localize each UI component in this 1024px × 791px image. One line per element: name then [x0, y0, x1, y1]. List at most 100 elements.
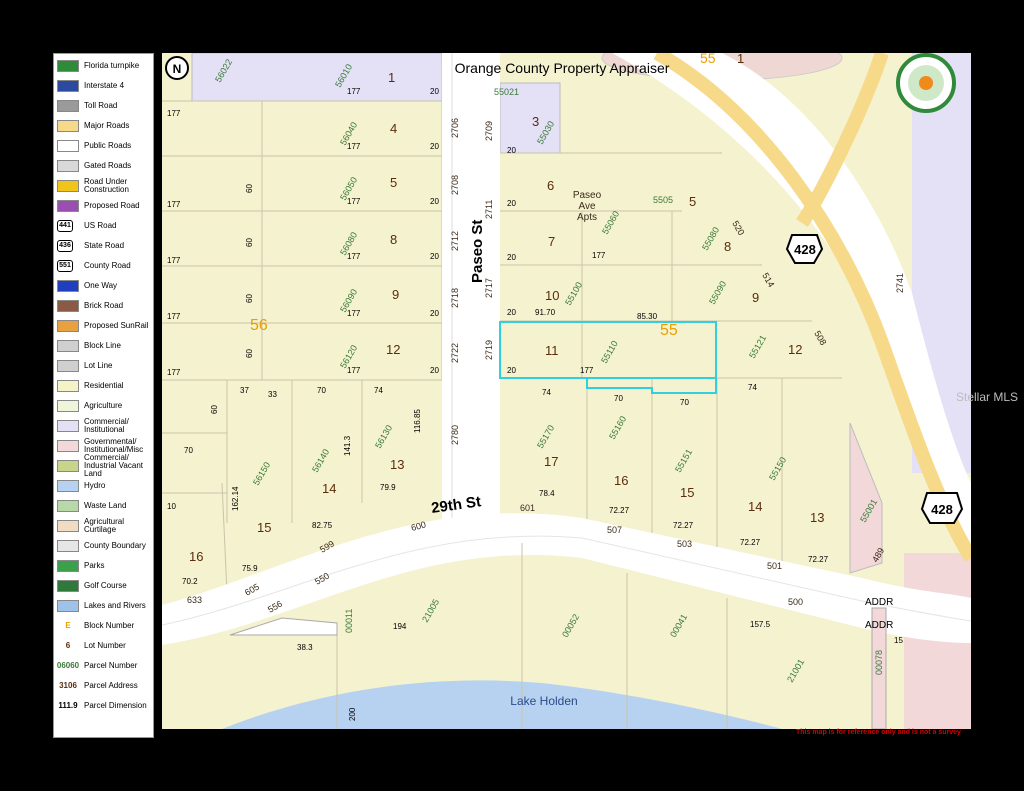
svg-text:116.85: 116.85 [413, 409, 422, 433]
paseo-st-label: Paseo St [469, 220, 486, 283]
svg-text:9: 9 [392, 287, 399, 302]
svg-text:00011: 00011 [344, 609, 354, 633]
svg-text:70: 70 [680, 398, 689, 407]
watermark: Stellar MLS [956, 390, 1019, 404]
legend-item: 6 Lot Number [57, 637, 153, 654]
block-number-56: 56 [250, 317, 268, 334]
legend-label: Road Under Construction [84, 176, 129, 194]
svg-text:72.27: 72.27 [740, 538, 761, 547]
legend-item: Public Roads [57, 137, 153, 154]
svg-text:11: 11 [545, 343, 559, 358]
svg-text:72.27: 72.27 [808, 555, 829, 564]
svg-text:141.3: 141.3 [343, 435, 352, 456]
svg-text:20: 20 [507, 146, 516, 155]
svg-text:162.14: 162.14 [231, 486, 240, 511]
legend-item: Brick Road [57, 297, 153, 314]
svg-text:82.75: 82.75 [312, 521, 333, 530]
svg-text:13: 13 [810, 510, 824, 525]
svg-text:55021: 55021 [494, 87, 519, 97]
svg-text:428: 428 [794, 242, 816, 257]
svg-text:8: 8 [390, 232, 397, 247]
legend-label: Agriculture [84, 400, 123, 410]
legend-item: 551 County Road [57, 257, 153, 274]
svg-text:2706: 2706 [450, 118, 460, 138]
legend-label: Commercial/ Industrial Vacant Land [84, 452, 143, 478]
county-seal-icon [896, 53, 956, 113]
svg-text:2708: 2708 [450, 175, 460, 195]
svg-text:74: 74 [542, 388, 551, 397]
svg-text:2717: 2717 [484, 278, 494, 298]
svg-text:14: 14 [322, 481, 336, 496]
agriculture-swatch [57, 399, 79, 412]
svg-text:601: 601 [520, 503, 535, 513]
svg-text:20: 20 [430, 309, 439, 318]
svg-text:177: 177 [347, 252, 361, 261]
svg-text:10: 10 [167, 502, 176, 511]
legend-label: Residential [84, 380, 124, 390]
svg-text:177: 177 [167, 109, 181, 118]
legend-label: County Road [84, 260, 131, 270]
legend-label: Proposed Road [84, 200, 140, 210]
major-road-swatch [57, 119, 79, 132]
sr-428-shield-icon: 428 [920, 492, 964, 524]
svg-text:200: 200 [348, 707, 357, 721]
svg-text:70: 70 [317, 386, 326, 395]
public-road-swatch [57, 139, 79, 152]
svg-text:4: 4 [390, 121, 397, 136]
svg-text:5: 5 [390, 175, 397, 190]
disclaimer: This map is for reference only and is no… [796, 729, 961, 736]
svg-text:177: 177 [347, 309, 361, 318]
legend-item: Proposed SunRail [57, 317, 153, 334]
legend-label: Toll Road [84, 100, 118, 110]
svg-text:14: 14 [748, 499, 762, 514]
svg-text:91.70: 91.70 [535, 308, 556, 317]
legend-item: Golf Course [57, 577, 153, 594]
waste-land-swatch [57, 499, 79, 512]
legend-item: 436 State Road [57, 237, 153, 254]
svg-text:N: N [173, 62, 182, 76]
north-arrow-icon: N [165, 56, 189, 80]
sr-428-shield-icon: 428 [785, 234, 824, 264]
svg-text:2719: 2719 [484, 340, 494, 360]
residential-swatch [57, 379, 79, 392]
parcel-map[interactable]: N Orange County Property Appraiser Paseo… [162, 53, 971, 729]
svg-text:633: 633 [187, 595, 202, 605]
legend-item: Residential [57, 377, 153, 394]
legend-label: Lot Line [84, 360, 113, 370]
svg-text:70: 70 [184, 446, 193, 455]
legend-label: Proposed SunRail [84, 320, 149, 330]
map-legend: Florida turnpike Interstate 4 Toll Road Maj… [53, 53, 154, 738]
legend-label: Florida turnpike [84, 60, 140, 70]
svg-text:79.9: 79.9 [380, 483, 396, 492]
svg-text:85.30: 85.30 [637, 312, 658, 321]
legend-item: Major Roads [57, 117, 153, 134]
svg-text:157.5: 157.5 [750, 620, 771, 629]
legend-label: Commercial/ Institutional [84, 416, 129, 434]
lake-label: Lake Holden [510, 694, 577, 708]
svg-text:177: 177 [347, 142, 361, 151]
block-line-swatch [57, 339, 79, 352]
legend-label: Brick Road [84, 300, 124, 310]
svg-text:10: 10 [545, 288, 559, 303]
svg-text:7: 7 [548, 234, 555, 249]
legend-label: Parcel Address [84, 680, 138, 690]
legend-item: Proposed Road [57, 197, 153, 214]
legend-item: Lakes and Rivers [57, 597, 153, 614]
proposed-road-swatch [57, 199, 79, 212]
svg-text:72.27: 72.27 [609, 506, 630, 515]
legend-item: Commercial/ Industrial Vacant Land [57, 453, 153, 477]
svg-text:20: 20 [430, 142, 439, 151]
svg-text:5505: 5505 [653, 195, 673, 205]
lake-icon [57, 599, 79, 612]
legend-label: Major Roads [84, 120, 130, 130]
svg-text:12: 12 [386, 342, 400, 357]
svg-text:60: 60 [245, 294, 254, 303]
block-number-55: 55 [660, 322, 678, 339]
brick-road-swatch [57, 299, 79, 312]
svg-text:9: 9 [752, 290, 759, 305]
legend-item: Agriculture [57, 397, 153, 414]
svg-text:428: 428 [931, 502, 953, 517]
block-number-55-top: 55 [700, 53, 716, 66]
legend-label: Gated Roads [84, 160, 132, 170]
legend-label: County Boundary [84, 540, 146, 550]
